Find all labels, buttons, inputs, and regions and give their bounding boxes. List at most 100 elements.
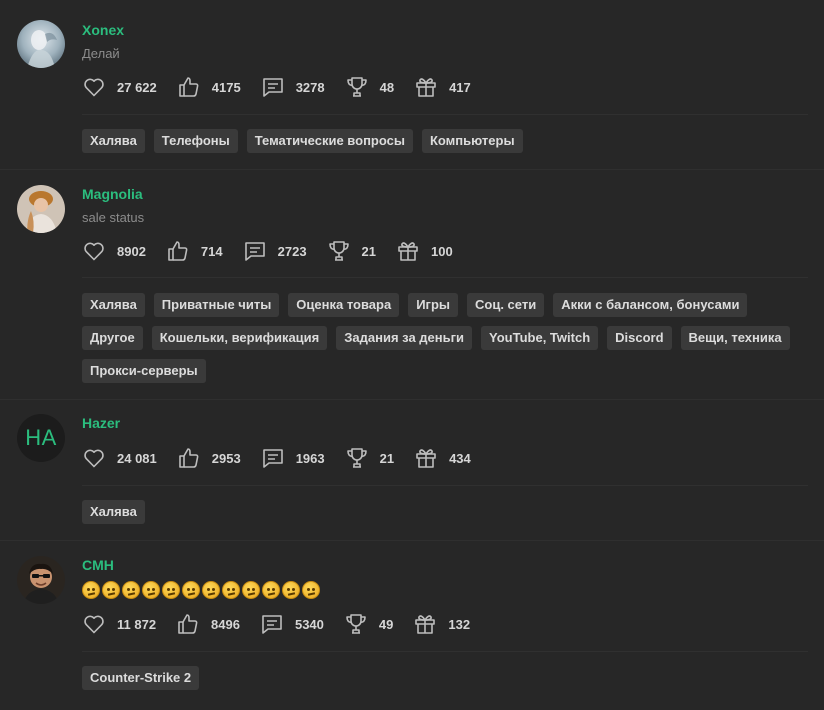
trophies-count: 21 (361, 243, 377, 259)
gift-icon (416, 449, 436, 468)
avatar[interactable] (17, 20, 65, 68)
user-status: sale status (82, 210, 145, 225)
gifts-stat: 132 (413, 612, 470, 636)
tag-list: Халява (82, 500, 802, 524)
trophies-count: 49 (378, 616, 394, 632)
avatar[interactable]: HA (17, 414, 65, 462)
tag[interactable]: Халява (82, 293, 145, 317)
thumbs-stat: 2953 (177, 446, 241, 470)
avatar[interactable] (17, 185, 65, 233)
trophies-stat: 49 (344, 612, 393, 636)
user-card: CMH 11 872 8496 5340 49 132 Counter-Stri… (0, 541, 824, 710)
tag[interactable]: Другое (82, 326, 143, 350)
username[interactable]: Hazer (82, 415, 120, 431)
trophies-stat: 21 (345, 446, 394, 470)
user-stats: 24 081 2953 1963 21 434 (82, 446, 491, 470)
divider (82, 114, 808, 115)
thinking-face-emoji (142, 581, 160, 599)
thumbs-up-icon (178, 448, 199, 468)
thumbs-count: 714 (200, 243, 223, 259)
user-status: Делай (82, 46, 120, 61)
gifts-count: 132 (448, 616, 471, 632)
thumbs-count: 4175 (211, 79, 241, 95)
messages-count: 1963 (295, 450, 325, 466)
likes-stat: 8902 (82, 239, 146, 263)
tag[interactable]: Counter-Strike 2 (82, 666, 200, 690)
trophy-icon (346, 448, 367, 468)
user-stats: 8902 714 2723 21 100 (82, 239, 473, 263)
likes-stat: 24 081 (82, 446, 157, 470)
tag[interactable]: Кошельки, верификация (151, 326, 328, 350)
tag-list: Халява Телефоны Тематические вопросы Ком… (82, 129, 802, 153)
gifts-count: 100 (431, 243, 453, 259)
trophies-count: 21 (379, 450, 395, 466)
emoji-status (82, 581, 320, 599)
heart-icon (84, 449, 104, 468)
tag[interactable]: Акки с балансом, бонусами (553, 293, 748, 317)
gift-icon (415, 615, 436, 634)
gifts-stat: 417 (414, 75, 471, 99)
message-icon (262, 78, 283, 97)
messages-count: 5340 (294, 616, 324, 632)
thinking-face-emoji (242, 581, 260, 599)
likes-count: 11 872 (117, 616, 157, 632)
username[interactable]: Xonex (82, 22, 124, 38)
thinking-face-emoji (82, 581, 100, 599)
messages-stat: 2723 (243, 239, 307, 263)
trophies-stat: 48 (345, 75, 394, 99)
message-icon (262, 449, 283, 468)
gift-icon (398, 242, 418, 261)
tag[interactable]: Оценка товара (288, 293, 400, 317)
thumbs-stat: 714 (166, 239, 223, 263)
thinking-face-emoji (282, 581, 300, 599)
tag[interactable]: Компьютеры (421, 129, 523, 153)
thinking-face-emoji (262, 581, 280, 599)
user-card: Magnolia sale status 8902 714 2723 21 10… (0, 170, 824, 400)
tag[interactable]: Игры (408, 293, 459, 317)
tag[interactable]: Телефоны (153, 129, 238, 153)
trophy-icon (328, 241, 349, 261)
trophy-icon (346, 614, 366, 634)
user-stats: 27 622 4175 3278 48 417 (82, 75, 491, 99)
gifts-count: 417 (449, 79, 471, 95)
gifts-stat: 100 (396, 239, 453, 263)
tag[interactable]: Задания за деньги (336, 326, 473, 350)
tag-list: Халява Приватные читы Оценка товара Игры… (82, 293, 802, 383)
thumbs-stat: 8496 (176, 612, 240, 636)
thumbs-count: 2953 (211, 450, 241, 466)
likes-stat: 27 622 (82, 75, 157, 99)
username[interactable]: Magnolia (82, 186, 143, 202)
tag[interactable]: Соц. сети (467, 293, 545, 317)
avatar[interactable] (17, 556, 65, 604)
thinking-face-emoji (182, 581, 200, 599)
likes-count: 8902 (117, 243, 146, 259)
tag[interactable]: Халява (82, 500, 145, 524)
username[interactable]: CMH (82, 557, 114, 573)
likes-stat: 11 872 (82, 612, 156, 636)
messages-stat: 3278 (261, 75, 325, 99)
divider (82, 651, 808, 652)
gift-icon (416, 78, 436, 97)
user-card: HA Hazer 24 081 2953 1963 21 434 Халява (0, 400, 824, 541)
tag[interactable]: Халява (82, 129, 145, 153)
messages-stat: 1963 (261, 446, 325, 470)
trophies-count: 48 (379, 79, 395, 95)
thumbs-count: 8496 (211, 616, 240, 632)
heart-icon (84, 78, 104, 97)
tag-list: Counter-Strike 2 (82, 666, 802, 690)
tag[interactable]: YouTube, Twitch (481, 326, 599, 350)
tag[interactable]: Вещи, техника (680, 326, 790, 350)
thinking-face-emoji (122, 581, 140, 599)
likes-count: 24 081 (117, 450, 157, 466)
user-card: Xonex Делай 27 622 4175 3278 48 417 Халя… (0, 0, 824, 170)
message-icon (244, 242, 265, 261)
tag[interactable]: Тематические вопросы (246, 129, 413, 153)
tag[interactable]: Прокси-серверы (82, 359, 206, 383)
gifts-count: 434 (449, 450, 471, 466)
messages-count: 2723 (277, 243, 307, 259)
messages-count: 3278 (295, 79, 325, 95)
tag[interactable]: Discord (607, 326, 672, 350)
gifts-stat: 434 (414, 446, 471, 470)
tag[interactable]: Приватные читы (153, 293, 280, 317)
thinking-face-emoji (162, 581, 180, 599)
